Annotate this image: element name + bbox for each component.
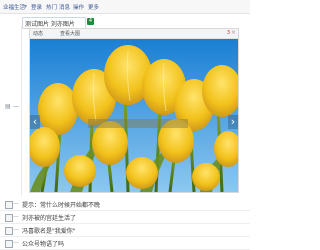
doc-icon — [5, 214, 13, 222]
doc-icon — [5, 201, 13, 209]
list-item[interactable]: — 提示：常什么时候开始都不晚 — [0, 198, 250, 211]
doc-icon[interactable]: ▤ — [5, 104, 11, 110]
top-link-login[interactable]: 登录 — [31, 3, 42, 11]
tulip-photo-graphic — [30, 39, 238, 192]
dash-icon: — — [13, 239, 19, 246]
list-item-title[interactable]: 冯喜歌名是"我爱你" — [22, 226, 76, 235]
card-header: 动态 查看大图 3 × — [30, 29, 238, 39]
doc-icon — [5, 227, 13, 235]
dash-icon: — — [13, 200, 19, 207]
prev-arrow-icon[interactable]: ‹ — [30, 115, 40, 129]
thread-badge: 4 — [87, 18, 94, 25]
next-arrow-icon[interactable]: › — [228, 115, 238, 129]
thread-title[interactable]: 测试图片 刘亦图片 — [25, 19, 75, 28]
dash-icon: — — [13, 226, 19, 233]
image-card: 动态 查看大图 3 × ‹ › — [29, 28, 239, 193]
chevron-down-icon[interactable]: ▾ — [22, 3, 29, 10]
view-full-image-link[interactable]: 查看大图 — [60, 30, 80, 37]
dash-icon: — — [13, 103, 19, 110]
tulip-photo[interactable]: ‹ › — [30, 39, 238, 192]
top-link-message[interactable]: 消息 — [59, 3, 70, 11]
list-item[interactable]: — 刘亦被的宫廷生活了 — [0, 211, 250, 224]
dash-icon: — — [13, 213, 19, 220]
list-item-title[interactable]: 提示：常什么时候开始都不晚 — [22, 200, 100, 209]
top-link-action[interactable]: 操作 — [73, 3, 84, 11]
close-icon[interactable]: × — [231, 29, 236, 36]
card-header-label: 动态 — [33, 31, 44, 37]
pixelated-strip — [88, 119, 188, 128]
list-item[interactable]: — 公众号物语了吗 — [0, 237, 250, 250]
divider — [21, 26, 22, 196]
list-item-title[interactable]: 刘亦被的宫廷生活了 — [22, 213, 76, 222]
top-link-more[interactable]: 更多 — [88, 3, 99, 11]
list-item-title[interactable]: 公众号物语了吗 — [22, 239, 64, 248]
doc-icon — [5, 240, 13, 248]
list-item[interactable]: — 冯喜歌名是"我爱你" — [0, 224, 250, 237]
top-link-hot[interactable]: 热门 — [46, 3, 57, 11]
top-bar: 业福生活 登录 热门 消息 操作 更多 ▾ — [0, 0, 250, 14]
image-counter: 3 — [226, 30, 230, 36]
